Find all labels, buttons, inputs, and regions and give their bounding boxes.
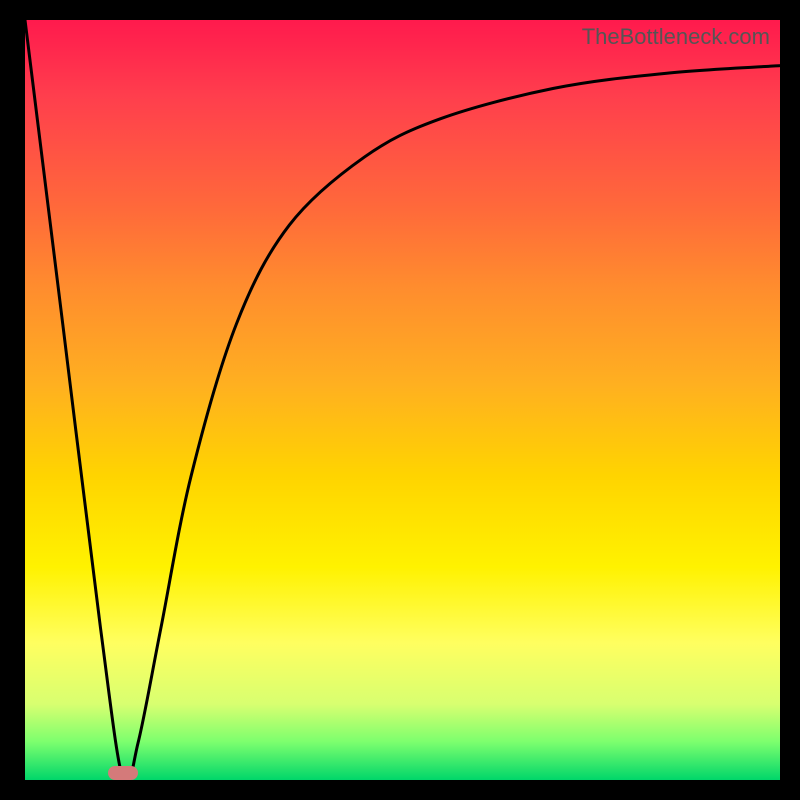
minimum-marker [108, 766, 138, 780]
plot-area: TheBottleneck.com [25, 20, 780, 780]
bottleneck-curve [25, 20, 780, 780]
chart-frame: TheBottleneck.com [0, 0, 800, 800]
curve-path [25, 20, 780, 786]
